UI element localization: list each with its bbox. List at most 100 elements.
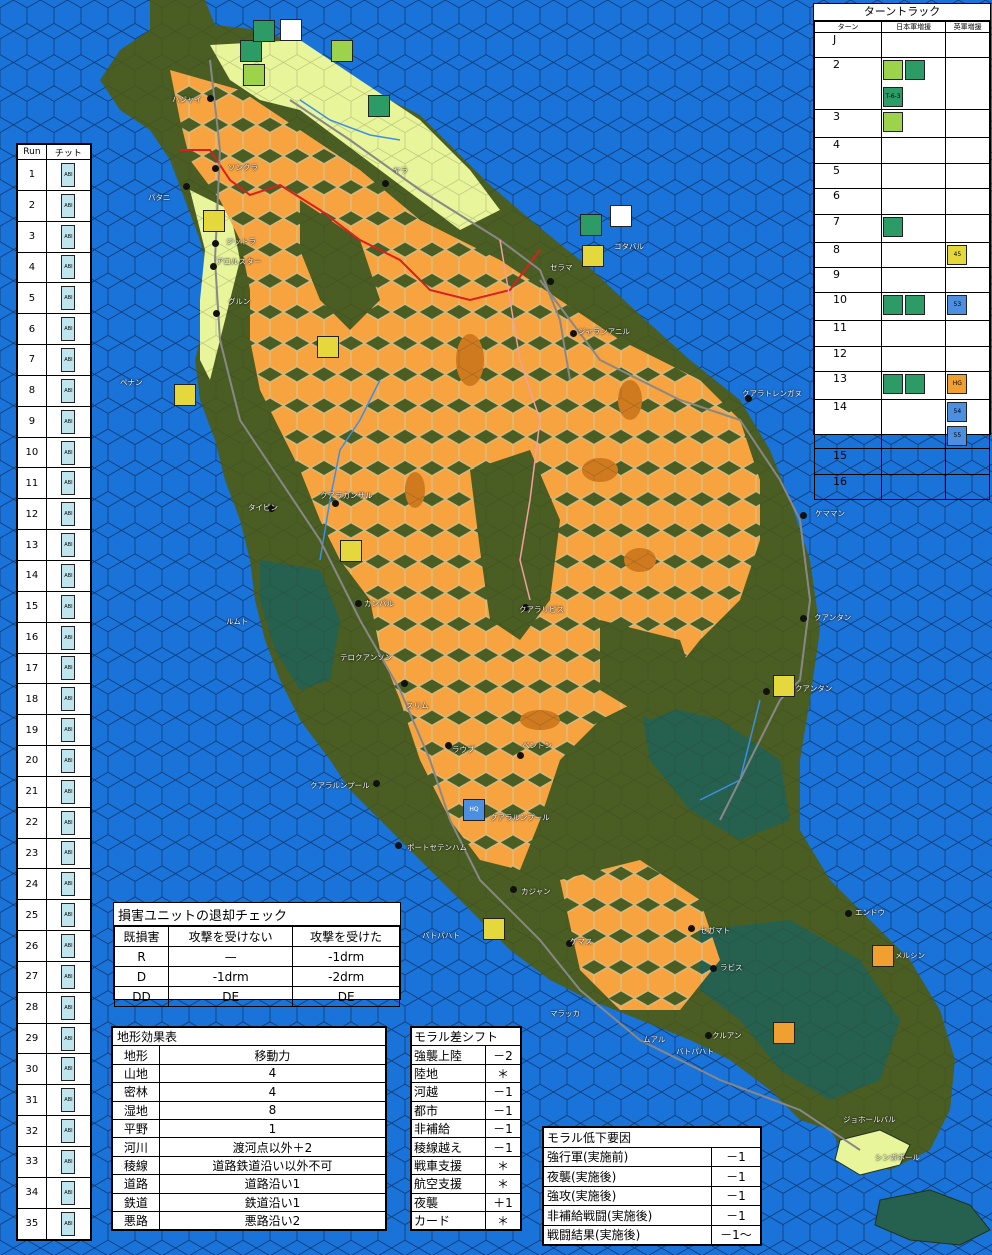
jp-reinforcement-cell[interactable] [880,213,947,243]
jp-reinforcement-counter[interactable] [883,216,903,237]
town-dot[interactable] [207,95,214,102]
chit-counter[interactable]: ABI [61,872,76,897]
chit-counter[interactable]: ABI [61,162,76,187]
chit-counter[interactable]: ABI [61,903,76,928]
uk-reinforcement-counter[interactable]: 53 [947,295,968,316]
town-dot[interactable] [688,925,695,932]
town-dot[interactable] [213,310,220,317]
chit-counter[interactable]: ABI [61,1026,76,1051]
jp-reinforcement-cell[interactable]: T-6-3 [880,57,947,111]
town-dot[interactable] [401,680,408,687]
jp-reinforcement-cell[interactable] [880,473,947,500]
chit-counter[interactable]: ABI [61,471,76,496]
chit-counter[interactable]: ABI [61,748,76,773]
uk-infantry-counter[interactable] [340,540,362,562]
night-marker-icon[interactable] [280,19,302,41]
jp-infantry-counter[interactable] [580,214,602,236]
chit-counter[interactable]: ABI [61,317,76,342]
chit-counter[interactable]: ABI [61,1057,76,1082]
jp-reinforcement-cell[interactable] [880,345,947,373]
chit-counter[interactable]: ABI [61,224,76,249]
jp-reinforcement-cell[interactable] [880,31,947,59]
chit-counter[interactable]: ABI [61,533,76,558]
jp-reinforcement-counter[interactable] [905,60,925,81]
jp-reinforcement-counter[interactable] [905,374,925,395]
uk-reinforcement-counter[interactable]: 45 [947,244,968,265]
town-dot[interactable] [710,965,717,972]
jp-tank-counter[interactable] [331,40,353,62]
chit-counter[interactable]: ABI [61,409,76,434]
hq-counter[interactable]: HQ [463,799,485,821]
jp-reinforcement-cell[interactable] [880,266,947,294]
town-dot[interactable] [183,183,190,190]
chit-counter[interactable]: ABI [61,934,76,959]
chit-counter[interactable]: ABI [61,656,76,681]
uk-infantry-counter[interactable] [203,210,225,232]
chit-counter[interactable]: ABI [61,718,76,743]
chit-counter[interactable]: ABI [61,1119,76,1144]
chit-counter[interactable]: ABI [61,502,76,527]
uk-reinforcement-cell[interactable]: HG [945,371,990,401]
town-dot[interactable] [395,842,402,849]
chit-counter[interactable]: ABI [61,440,76,465]
uk-infantry-counter[interactable] [317,336,339,358]
town-dot[interactable] [382,180,389,187]
jp-reinforcement-cell[interactable] [880,137,947,164]
uk-infantry-counter[interactable] [773,675,795,697]
uk-reinforcement-cell[interactable]: 5455 [945,399,990,450]
uk-infantry-counter[interactable] [483,918,505,940]
jp-reinforcement-counter[interactable] [883,295,903,316]
jp-reinforcement-cell[interactable] [880,188,947,215]
uk-reinforcement-cell[interactable]: 53 [945,292,990,322]
uk-reinforcement-cell[interactable] [945,213,990,243]
uk-reinforcement-cell[interactable] [945,266,990,294]
town-dot[interactable] [212,165,219,172]
jp-reinforcement-cell[interactable] [880,399,947,450]
chit-counter[interactable]: ABI [61,378,76,403]
town-dot[interactable] [845,910,852,917]
town-dot[interactable] [373,780,380,787]
jp-reinforcement-cell[interactable] [880,292,947,322]
uk-reinforcement-cell[interactable] [945,188,990,215]
chit-counter[interactable]: ABI [61,995,76,1020]
chit-counter[interactable]: ABI [61,594,76,619]
jp-reinforcement-counter[interactable] [883,374,903,395]
town-dot[interactable] [445,742,452,749]
chit-counter[interactable]: ABI [61,286,76,311]
jp-reinforcement-counter[interactable] [883,112,903,133]
town-dot[interactable] [800,512,807,519]
jp-tank-counter[interactable] [243,64,265,86]
chit-counter[interactable]: ABI [61,1211,76,1236]
jp-tank-reinforcement-counter[interactable]: T-6-3 [883,87,903,108]
town-dot[interactable] [355,600,362,607]
jp-reinforcement-cell[interactable] [880,371,947,401]
town-dot[interactable] [547,278,554,285]
chit-counter[interactable]: ABI [61,255,76,280]
uk-reinforcement-cell[interactable]: 45 [945,241,990,268]
uk-reinforcement-counter[interactable]: 54 [947,402,968,423]
uk-reinforcement-cell[interactable] [945,473,990,500]
jp-reinforcement-cell[interactable] [880,448,947,475]
uk-reinforcement-cell[interactable] [945,109,990,139]
jp-reinforcement-cell[interactable] [880,109,947,139]
uk-infantry-counter[interactable] [582,245,604,267]
chit-counter[interactable]: ABI [61,964,76,989]
town-dot[interactable] [517,752,524,759]
jp-reinforcement-cell[interactable] [880,241,947,268]
chit-counter[interactable]: ABI [61,687,76,712]
jp-infantry-counter[interactable] [240,40,262,62]
jp-reinforcement-cell[interactable] [880,320,947,347]
chit-counter[interactable]: ABI [61,1088,76,1113]
chit-counter[interactable]: ABI [61,779,76,804]
town-dot[interactable] [212,240,219,247]
jp-infantry-counter[interactable] [368,95,390,117]
chit-counter[interactable]: ABI [61,625,76,650]
town-dot[interactable] [332,500,339,507]
uk-reinforcement-cell[interactable] [945,448,990,475]
chit-counter[interactable]: ABI [61,193,76,218]
uk-reinforcement-cell[interactable] [945,162,990,190]
uk-reinforcement-cell[interactable] [945,137,990,164]
jp-reinforcement-counter[interactable] [883,60,903,81]
chit-counter[interactable]: ABI [61,563,76,588]
town-dot[interactable] [800,615,807,622]
